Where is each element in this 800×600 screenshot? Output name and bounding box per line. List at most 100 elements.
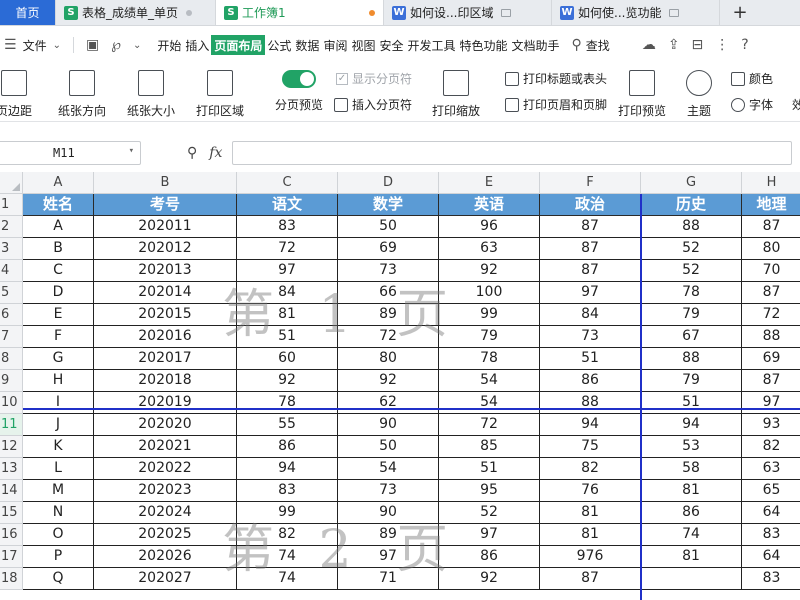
cell[interactable]: 55 — [237, 414, 338, 436]
column-header-b[interactable]: B — [94, 172, 237, 193]
cell[interactable]: 202024 — [94, 502, 237, 524]
cell[interactable]: 51 — [540, 348, 641, 370]
menu-review[interactable]: 审阅 — [321, 35, 349, 55]
cell[interactable]: 69 — [338, 238, 439, 260]
cell[interactable]: 81 — [540, 524, 641, 546]
menu-insert[interactable]: 插入 — [183, 35, 211, 55]
function-icon[interactable]: fx — [209, 145, 222, 161]
cell[interactable]: 72 — [338, 326, 439, 348]
cell[interactable]: 75 — [540, 436, 641, 458]
cell[interactable]: 63 — [742, 458, 800, 480]
row-header[interactable]: 17 — [0, 546, 23, 568]
column-header-g[interactable]: G — [641, 172, 742, 193]
cell[interactable]: C — [23, 260, 94, 282]
hamburger-menu-icon[interactable]: ☰ — [4, 37, 17, 53]
cell[interactable]: 51 — [237, 326, 338, 348]
cell[interactable]: 74 — [237, 546, 338, 568]
menu-doc-assistant[interactable]: 文档助手 — [510, 35, 562, 55]
cell[interactable]: 73 — [338, 480, 439, 502]
insert-page-break-button[interactable]: 插入分页符 — [334, 96, 412, 113]
cell[interactable]: 202017 — [94, 348, 237, 370]
cell[interactable]: 96 — [439, 216, 540, 238]
cell[interactable]: 97 — [237, 260, 338, 282]
format-painter-icon[interactable]: ℘ — [111, 37, 121, 53]
header-cell[interactable]: 地理 — [742, 194, 800, 216]
tab-workbook1[interactable]: S 工作簿1 — [216, 0, 384, 25]
cell[interactable]: 202026 — [94, 546, 237, 568]
cell[interactable]: 65 — [742, 480, 800, 502]
cell[interactable]: 95 — [439, 480, 540, 502]
cell[interactable]: 90 — [338, 502, 439, 524]
row-header[interactable]: 1 — [0, 194, 23, 216]
cell[interactable]: 85 — [439, 436, 540, 458]
cell[interactable]: 74 — [641, 524, 742, 546]
column-header-a[interactable]: A — [23, 172, 94, 193]
search-button[interactable]: 查找 — [584, 35, 612, 55]
header-cell[interactable]: 数学 — [338, 194, 439, 216]
cell[interactable]: 78 — [439, 348, 540, 370]
horizontal-page-break[interactable] — [23, 408, 800, 410]
header-cell[interactable]: 考号 — [94, 194, 237, 216]
row-header[interactable]: 6 — [0, 304, 23, 326]
cell[interactable]: 88 — [641, 348, 742, 370]
cell[interactable]: 54 — [439, 370, 540, 392]
paper-size-button[interactable]: 纸张大小 — [127, 70, 175, 119]
theme-button[interactable]: 主题 — [686, 70, 712, 119]
zoom-icon[interactable]: ⚲ — [187, 145, 197, 161]
cell[interactable]: 97 — [742, 392, 800, 414]
row-header[interactable]: 10 — [0, 392, 23, 414]
cell[interactable]: O — [23, 524, 94, 546]
cell[interactable]: B — [23, 238, 94, 260]
help-icon[interactable]: ? — [741, 37, 748, 53]
tab-doc-preview[interactable]: W 如何使...览功能 — [552, 0, 720, 25]
header-cell[interactable]: 姓名 — [23, 194, 94, 216]
cell[interactable]: 202021 — [94, 436, 237, 458]
cell[interactable]: 87 — [540, 568, 641, 590]
cell[interactable]: 51 — [439, 458, 540, 480]
search-icon[interactable]: ⚲ — [572, 37, 582, 53]
header-cell[interactable]: 英语 — [439, 194, 540, 216]
row-header[interactable]: 5 — [0, 282, 23, 304]
cell[interactable]: 73 — [540, 326, 641, 348]
cell[interactable]: N — [23, 502, 94, 524]
cell[interactable]: I — [23, 392, 94, 414]
cell[interactable]: 79 — [641, 304, 742, 326]
cell[interactable]: 88 — [641, 216, 742, 238]
cell[interactable]: 86 — [439, 546, 540, 568]
chevron-down-icon[interactable]: ⌄ — [133, 40, 141, 51]
chevron-down-icon[interactable]: ⌄ — [53, 40, 61, 51]
cell[interactable]: 54 — [439, 392, 540, 414]
cell[interactable]: 80 — [742, 238, 800, 260]
cell[interactable]: 74 — [237, 568, 338, 590]
cell[interactable]: 50 — [338, 436, 439, 458]
cell[interactable]: 94 — [641, 414, 742, 436]
cell[interactable]: 72 — [742, 304, 800, 326]
cell[interactable]: 60 — [237, 348, 338, 370]
cell[interactable]: 94 — [540, 414, 641, 436]
cell[interactable]: 202014 — [94, 282, 237, 304]
chevron-down-icon[interactable]: ▾ — [129, 146, 134, 156]
cell[interactable]: 53 — [641, 436, 742, 458]
orientation-button[interactable]: 纸张方向 — [58, 70, 106, 119]
menu-features[interactable]: 特色功能 — [458, 35, 510, 55]
file-menu[interactable]: 文件 — [21, 35, 49, 55]
cell[interactable]: L — [23, 458, 94, 480]
colors-button[interactable]: 颜色 — [731, 70, 773, 87]
cell[interactable]: 92 — [237, 370, 338, 392]
cell[interactable]: 78 — [237, 392, 338, 414]
cell[interactable]: 202027 — [94, 568, 237, 590]
cell[interactable]: 202011 — [94, 216, 237, 238]
cell[interactable]: 94 — [237, 458, 338, 480]
cell[interactable]: 50 — [338, 216, 439, 238]
cell[interactable]: E — [23, 304, 94, 326]
cell[interactable]: 67 — [641, 326, 742, 348]
cell[interactable]: 69 — [742, 348, 800, 370]
menu-data[interactable]: 数据 — [293, 35, 321, 55]
cell[interactable]: 90 — [338, 414, 439, 436]
cell[interactable]: 92 — [439, 260, 540, 282]
cell[interactable]: 202016 — [94, 326, 237, 348]
cell[interactable]: 202025 — [94, 524, 237, 546]
column-header-e[interactable]: E — [439, 172, 540, 193]
column-header-h[interactable]: H — [742, 172, 800, 193]
column-header-c[interactable]: C — [237, 172, 338, 193]
